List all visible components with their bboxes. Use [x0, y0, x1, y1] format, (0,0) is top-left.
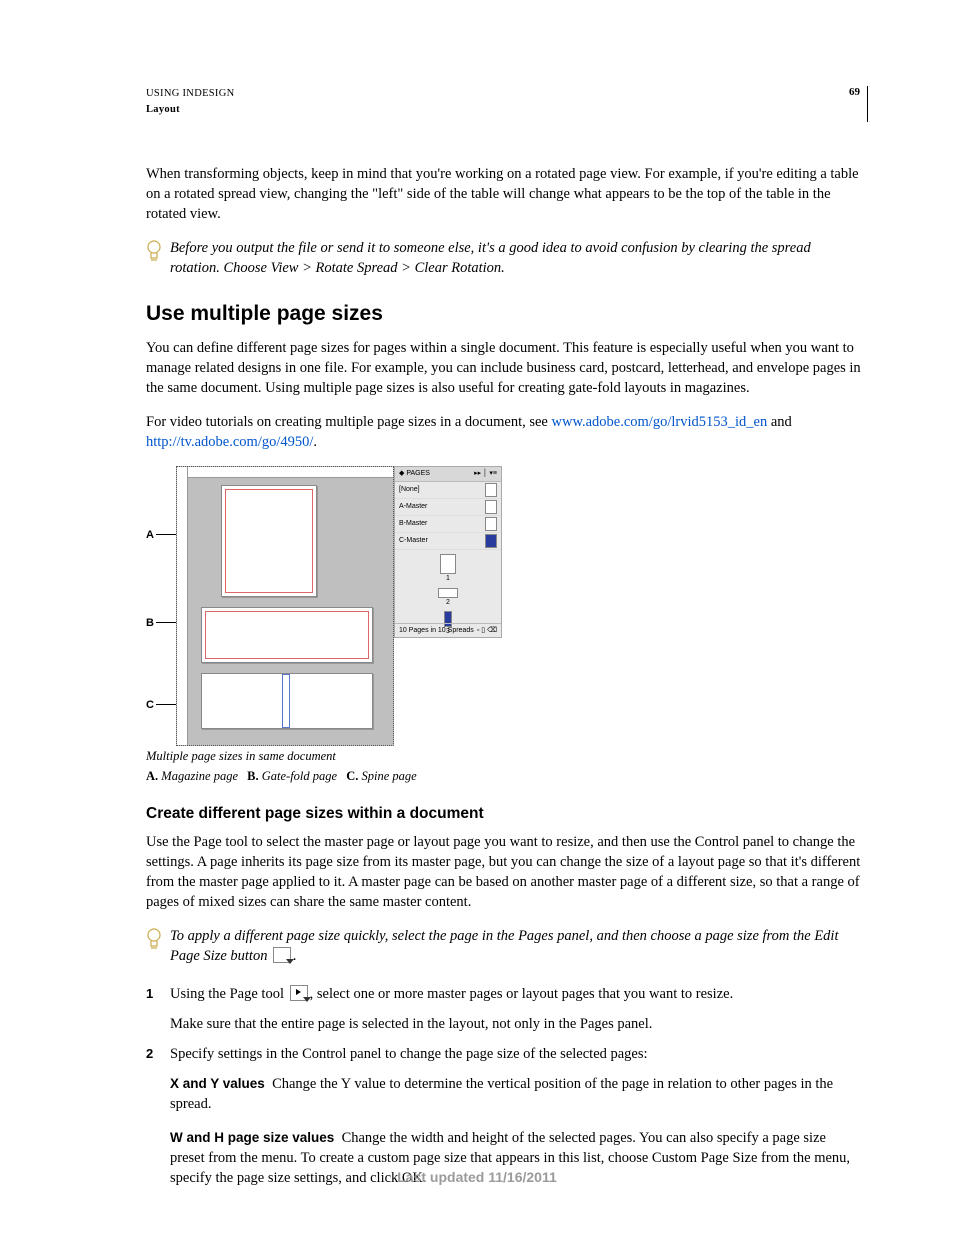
document-canvas — [176, 466, 394, 746]
page: USING INDESIGN Layout 69 When transformi… — [0, 0, 954, 1235]
tip-block-2: To apply a different page size quickly, … — [146, 926, 864, 966]
step1-text-b: , select one or more master pages or lay… — [310, 986, 734, 1002]
lightbulb-icon — [146, 928, 162, 952]
ruler-vertical — [177, 467, 188, 745]
para2-part-c: . — [313, 434, 317, 450]
panel-b-label: B-Master — [399, 519, 427, 529]
page-a — [221, 485, 317, 597]
panel-foot-icons: ▫ ▯ ⌫ — [477, 626, 497, 636]
step-2-number: 2 — [146, 1044, 160, 1064]
xy-label: X and Y values — [170, 1076, 265, 1091]
callout-b: B — [146, 616, 154, 631]
step-1-number: 1 — [146, 984, 160, 1034]
para2-part-b: and — [767, 414, 792, 430]
header-divider — [867, 86, 868, 122]
xy-text: Change the Y value to determine the vert… — [170, 1076, 833, 1112]
header-product: USING INDESIGN — [146, 88, 235, 99]
callout-c-label: C — [146, 699, 154, 711]
step-1-body: Using the Page tool , select one or more… — [170, 984, 864, 1034]
subsection-heading: Create different page sizes within a doc… — [146, 803, 864, 824]
legend-c-label: C. — [346, 769, 358, 783]
step1-text-a: Using the Page tool — [170, 986, 288, 1002]
page-header: USING INDESIGN Layout 69 — [146, 86, 864, 118]
edit-page-size-icon — [273, 947, 291, 963]
page-number: 69 — [849, 86, 864, 98]
step-2: 2 Specify settings in the Control panel … — [146, 1044, 864, 1064]
video-link-2[interactable]: http://tv.adobe.com/go/4950/ — [146, 434, 313, 450]
intro-paragraph: When transforming objects, keep in mind … — [146, 164, 864, 224]
body-content: When transforming objects, keep in mind … — [146, 164, 864, 1189]
legend-b-text: Gate-fold page — [262, 769, 337, 783]
callout-b-label: B — [146, 617, 154, 629]
section-heading-1: Use multiple page sizes — [146, 300, 864, 329]
header-chapter: Layout — [146, 102, 235, 118]
page-b — [201, 607, 373, 663]
para2-part-a: For video tutorials on creating multiple… — [146, 414, 552, 430]
figure-image: A B C ◆ PAGES▸▸ │ ▾≡ [None] A-Maste — [146, 466, 502, 748]
spine-page — [282, 674, 290, 728]
pages-panel-title: ◆ PAGES▸▸ │ ▾≡ — [395, 467, 501, 482]
section2-para1: Use the Page tool to select the master p… — [146, 832, 864, 912]
panel-none-label: [None] — [399, 485, 420, 495]
panel-row-none: [None] — [395, 482, 501, 499]
panel-title-text: PAGES — [406, 470, 430, 477]
panel-c-label: C-Master — [399, 536, 428, 546]
tip-block-1: Before you output the file or send it to… — [146, 238, 864, 278]
callout-a-label: A — [146, 529, 154, 541]
legend-a-label: A. — [146, 769, 158, 783]
page-tool-icon — [290, 985, 308, 1001]
panel-page-1: 1 — [440, 574, 456, 584]
callout-c: C — [146, 698, 154, 713]
panel-row-c: C-Master — [395, 533, 501, 550]
legend-a-text: Magazine page — [161, 769, 238, 783]
figure-caption: Multiple page sizes in same document — [146, 748, 864, 765]
tip-text-2: To apply a different page size quickly, … — [170, 926, 864, 966]
section1-para2: For video tutorials on creating multiple… — [146, 412, 864, 452]
step-1: 1 Using the Page tool , select one or mo… — [146, 984, 864, 1034]
callout-a: A — [146, 528, 154, 543]
lightbulb-icon — [146, 240, 162, 264]
legend-b-label: B. — [247, 769, 258, 783]
page-footer: Last updated 11/16/2011 — [0, 1169, 954, 1185]
panel-footer: 10 Pages in 10 Spreads ▫ ▯ ⌫ — [395, 623, 501, 638]
panel-foot-text: 10 Pages in 10 Spreads — [399, 626, 474, 636]
figure-legend: A. Magazine page B. Gate-fold page C. Sp… — [146, 768, 864, 785]
figure-block: A B C ◆ PAGES▸▸ │ ▾≡ [None] A-Maste — [146, 466, 864, 785]
xy-values-block: X and Y values Change the Y value to det… — [170, 1074, 864, 1114]
ruler-horizontal — [177, 467, 393, 478]
tip-text-1: Before you output the file or send it to… — [170, 238, 864, 278]
panel-row-a: A-Master — [395, 499, 501, 516]
panel-page-2: 2 — [438, 598, 458, 608]
panel-row-b: B-Master — [395, 516, 501, 533]
tip2-part-a: To apply a different page size quickly, … — [170, 928, 839, 964]
header-left: USING INDESIGN Layout — [146, 86, 235, 118]
step-2-body: Specify settings in the Control panel to… — [170, 1044, 864, 1064]
wh-label: W and H page size values — [170, 1130, 334, 1145]
section1-para1: You can define different page sizes for … — [146, 338, 864, 398]
video-link-1[interactable]: www.adobe.com/go/lrvid5153_id_en — [552, 414, 768, 430]
panel-a-label: A-Master — [399, 502, 427, 512]
pages-panel: ◆ PAGES▸▸ │ ▾≡ [None] A-Master B-Master … — [394, 466, 502, 638]
legend-c-text: Spine page — [361, 769, 416, 783]
step1-note: Make sure that the entire page is select… — [170, 1014, 864, 1034]
